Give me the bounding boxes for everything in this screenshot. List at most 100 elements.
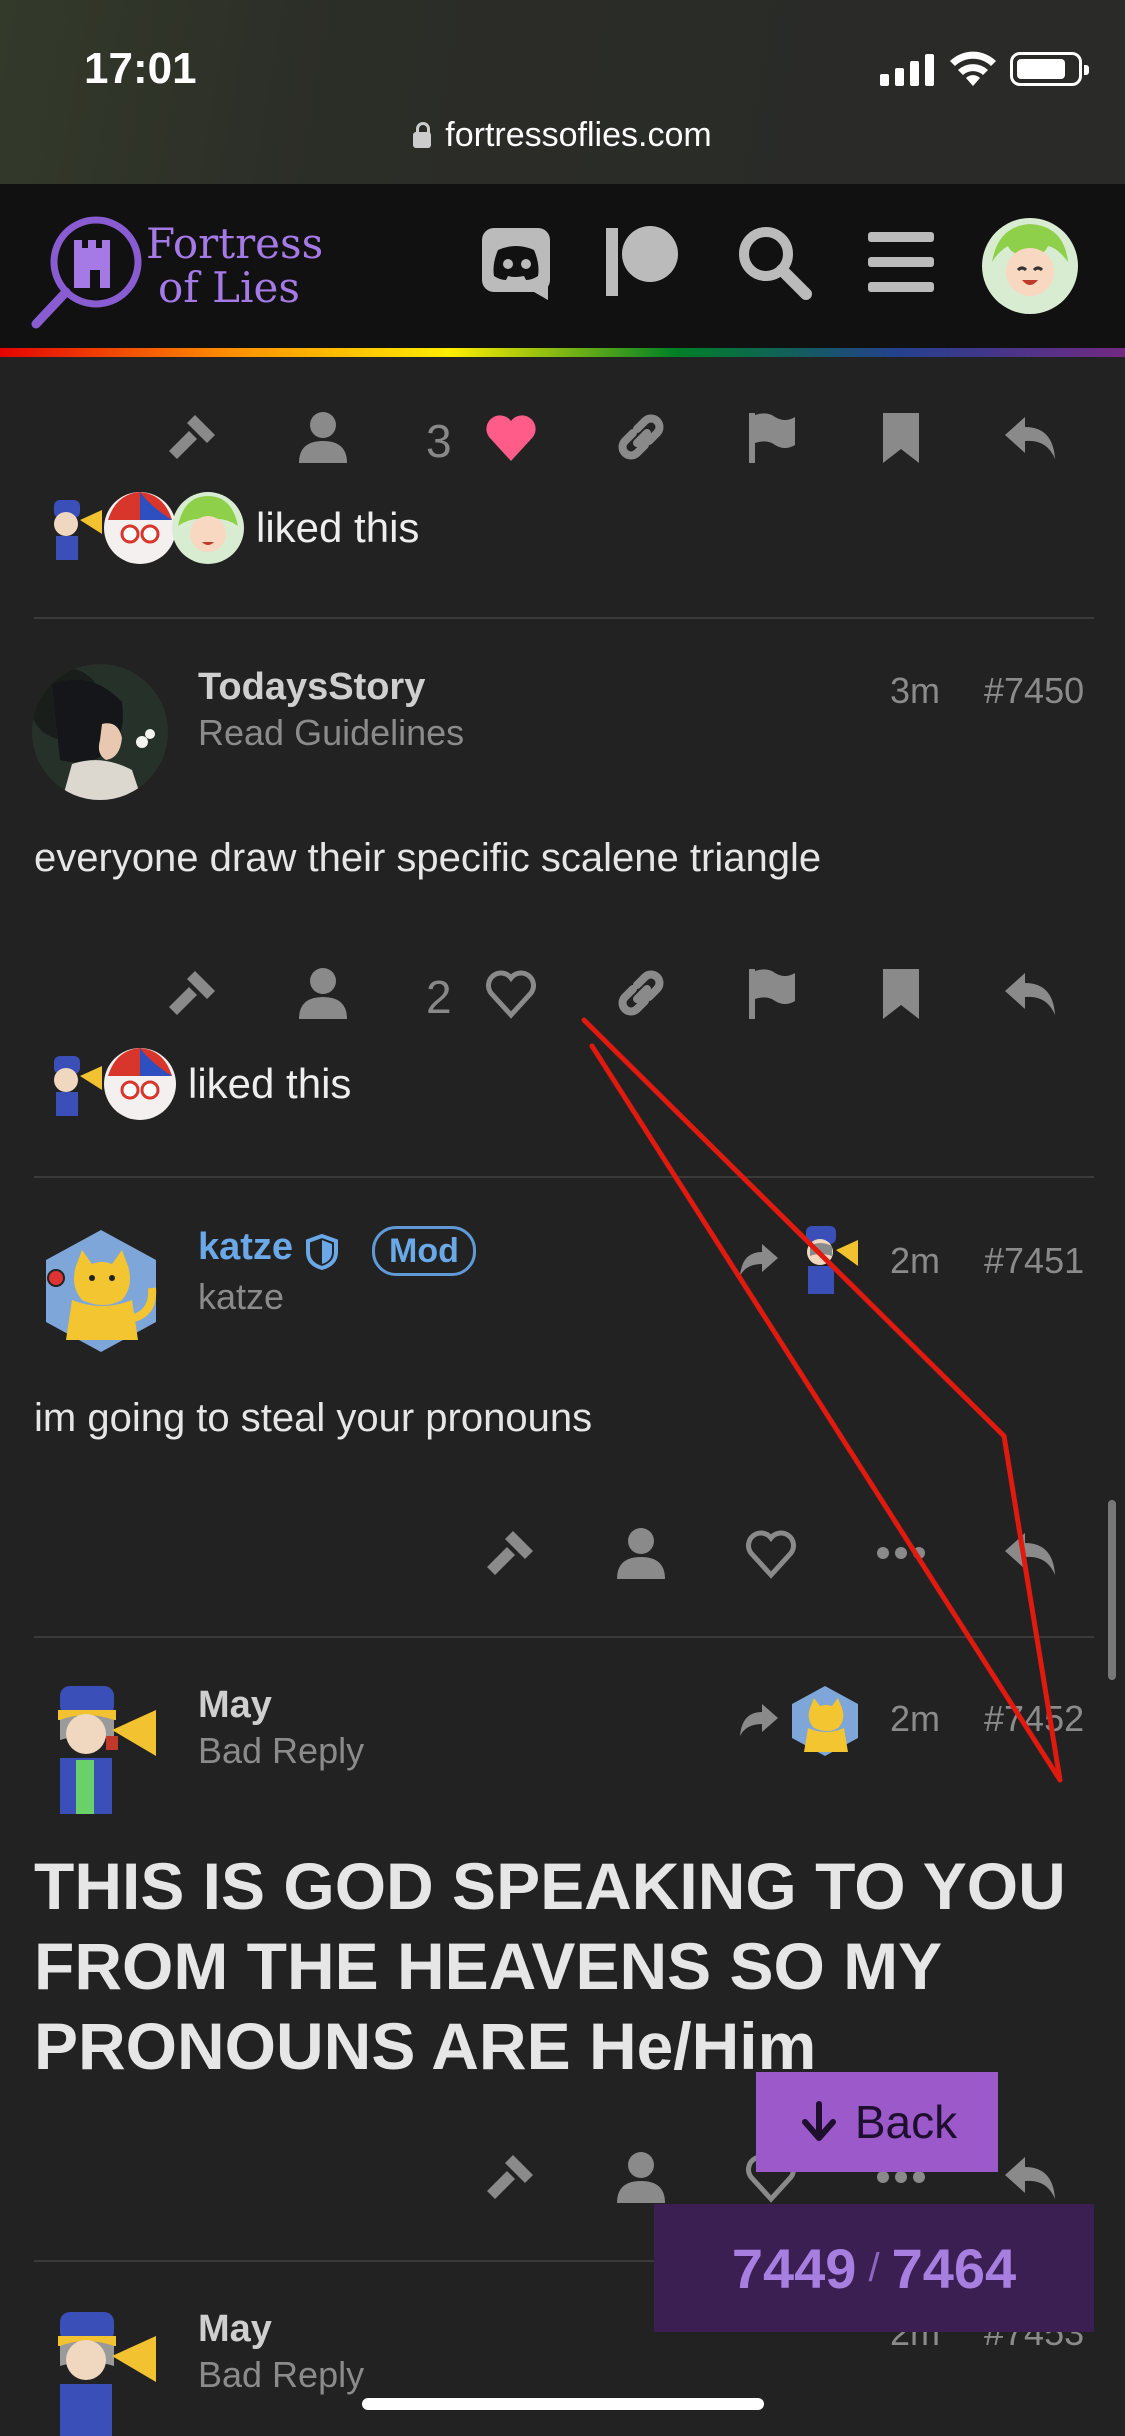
post-body: im going to steal your pronouns [34,1396,593,1440]
bookmark-icon [883,969,919,1019]
hamburger-menu-icon[interactable] [862,222,942,302]
reply-icon [1005,2157,1055,2199]
post-actions: 3 [0,392,1125,482]
post-user-title: Read Guidelines [198,712,465,753]
liked-by-text: liked this [188,1060,352,1107]
admin-hammer-button[interactable] [482,1524,540,1582]
like-count[interactable]: 3 [426,414,452,468]
share-link-button[interactable] [612,408,670,466]
fortress-logo-icon[interactable] [30,210,150,330]
admin-hammer-button[interactable] [164,408,222,466]
bookmark-button[interactable] [872,964,930,1022]
heart-outline-icon [746,1530,796,1579]
post-number[interactable]: #7450 [984,670,1084,712]
reply-button[interactable] [1002,964,1060,1022]
battery-icon [1010,52,1089,86]
reply-to-avatar-katze[interactable] [788,1684,862,1758]
patreon-icon[interactable] [604,222,684,302]
user-icon [299,968,347,1019]
reply-to-arrow-icon [740,1244,778,1276]
post-username[interactable]: May [198,2308,272,2351]
avatar-may-mini[interactable] [34,490,110,566]
more-options-button[interactable] [872,1524,930,1582]
scrollbar-thumb[interactable] [1108,1500,1116,1680]
topic-progress[interactable]: 7449 / 7464 [654,2204,1094,2332]
avatar-image [32,664,168,800]
url-text: fortressoflies.com [445,116,712,154]
hammer-icon [169,415,215,459]
user-card-button[interactable] [294,964,352,1022]
reply-to-avatar-may[interactable] [792,1222,862,1298]
moderator-shield-icon [306,1234,338,1270]
flag-icon [749,969,795,1019]
post-username[interactable]: TodaysStory [198,666,425,709]
wifi-icon [950,51,996,86]
search-icon[interactable] [734,222,814,302]
mod-badge: Mod [372,1226,476,1276]
bookmark-button[interactable] [872,408,930,466]
site-brand[interactable]: Fortress of Lies [146,222,323,310]
discord-icon[interactable] [478,222,558,302]
avatar-green-mini[interactable] [170,490,246,566]
brand-line-2: of Lies [158,263,300,312]
user-icon [617,2152,665,2203]
flag-button[interactable] [742,964,800,1022]
progress-separator: / [868,2245,880,2290]
home-indicator[interactable] [362,2398,764,2410]
post-divider [34,1176,1094,1178]
progress-total: 7464 [891,2236,1017,2300]
user-card-button[interactable] [294,408,352,466]
avatar-may-mini[interactable] [34,1046,110,1122]
post-username[interactable]: May [198,1684,272,1727]
post-actions: 2 [0,948,1125,1038]
reply-button[interactable] [1002,408,1060,466]
hammer-icon [487,2155,533,2199]
post-body: everyone draw their specific scalene tri… [34,836,822,880]
post-actions [0,1508,1125,1598]
post-time[interactable]: 2m [890,1240,940,1282]
share-link-button[interactable] [612,964,670,1022]
heart-filled-icon [486,415,536,461]
post-number[interactable]: #7451 [984,1240,1084,1282]
admin-hammer-button[interactable] [164,964,222,1022]
flag-button[interactable] [742,408,800,466]
post-number[interactable]: #7452 [984,1698,1084,1740]
reply-button[interactable] [1002,2148,1060,2206]
link-icon [618,970,664,1016]
reply-icon [1005,973,1055,1015]
back-button[interactable]: Back [756,2072,998,2172]
like-button[interactable] [482,408,540,466]
avatar-jester-mini[interactable] [102,490,178,566]
post-time[interactable]: 3m [890,670,940,712]
like-count[interactable]: 2 [426,970,452,1024]
post-username[interactable]: katze [198,1226,293,1269]
reply-button[interactable] [1002,1524,1060,1582]
cellular-signal-icon [880,52,934,86]
rainbow-divider [0,348,1125,357]
link-icon [618,414,664,460]
avatar-may[interactable] [36,1680,166,1820]
heart-outline-icon [486,970,536,1019]
post-time[interactable]: 2m [890,1698,940,1740]
avatar-may[interactable] [36,2306,166,2436]
flag-icon [749,413,795,463]
site-header: Fortress of Lies [0,184,1125,350]
user-card-button[interactable] [612,2148,670,2206]
post-divider [34,617,1094,619]
progress-current: 7449 [731,2236,857,2300]
user-icon [617,1528,665,1579]
avatar-jester-mini[interactable] [102,1046,178,1122]
avatar-todaysstory[interactable] [32,664,168,800]
address-bar[interactable]: fortressoflies.com [0,116,1125,155]
avatar-katze[interactable] [36,1226,166,1356]
like-button[interactable] [482,964,540,1022]
back-button-label: Back [854,2096,958,2148]
current-user-avatar[interactable] [980,216,1080,316]
post-user-title: katze [198,1276,285,1317]
liked-by-row: liked this [34,488,419,568]
like-button[interactable] [742,1524,800,1582]
liked-by-text: liked this [256,504,420,551]
admin-hammer-button[interactable] [482,2148,540,2206]
status-bar: 17:01 fortressoflies.com [0,0,1125,184]
user-card-button[interactable] [612,1524,670,1582]
